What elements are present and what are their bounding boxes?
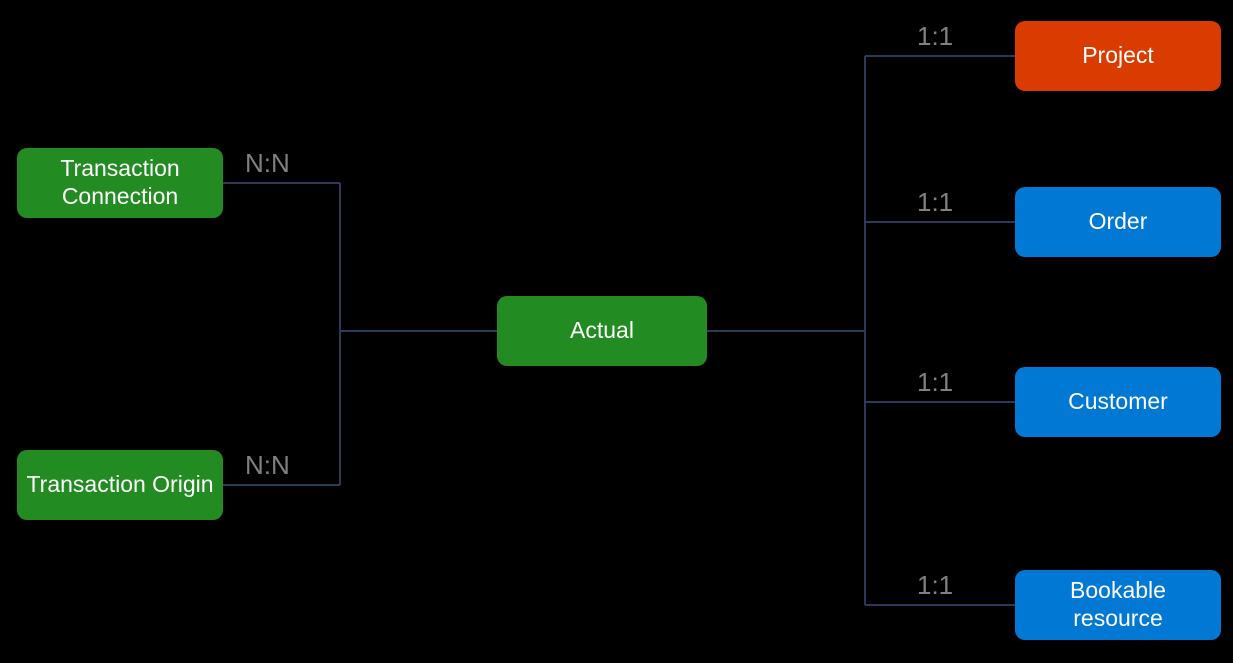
label-one-bookable: 1:1 (917, 570, 953, 601)
label-one-order: 1:1 (917, 187, 953, 218)
node-transaction-origin: Transaction Origin (17, 450, 223, 520)
node-bookable-resource: Bookable resource (1015, 570, 1221, 640)
label-nn-bottom: N:N (245, 450, 290, 481)
label-one-customer: 1:1 (917, 367, 953, 398)
node-transaction-connection: Transaction Connection (17, 148, 223, 218)
node-order: Order (1015, 187, 1221, 257)
node-actual: Actual (497, 296, 707, 366)
label-one-project: 1:1 (917, 21, 953, 52)
node-customer: Customer (1015, 367, 1221, 437)
label-nn-top: N:N (245, 148, 290, 179)
node-project: Project (1015, 21, 1221, 91)
